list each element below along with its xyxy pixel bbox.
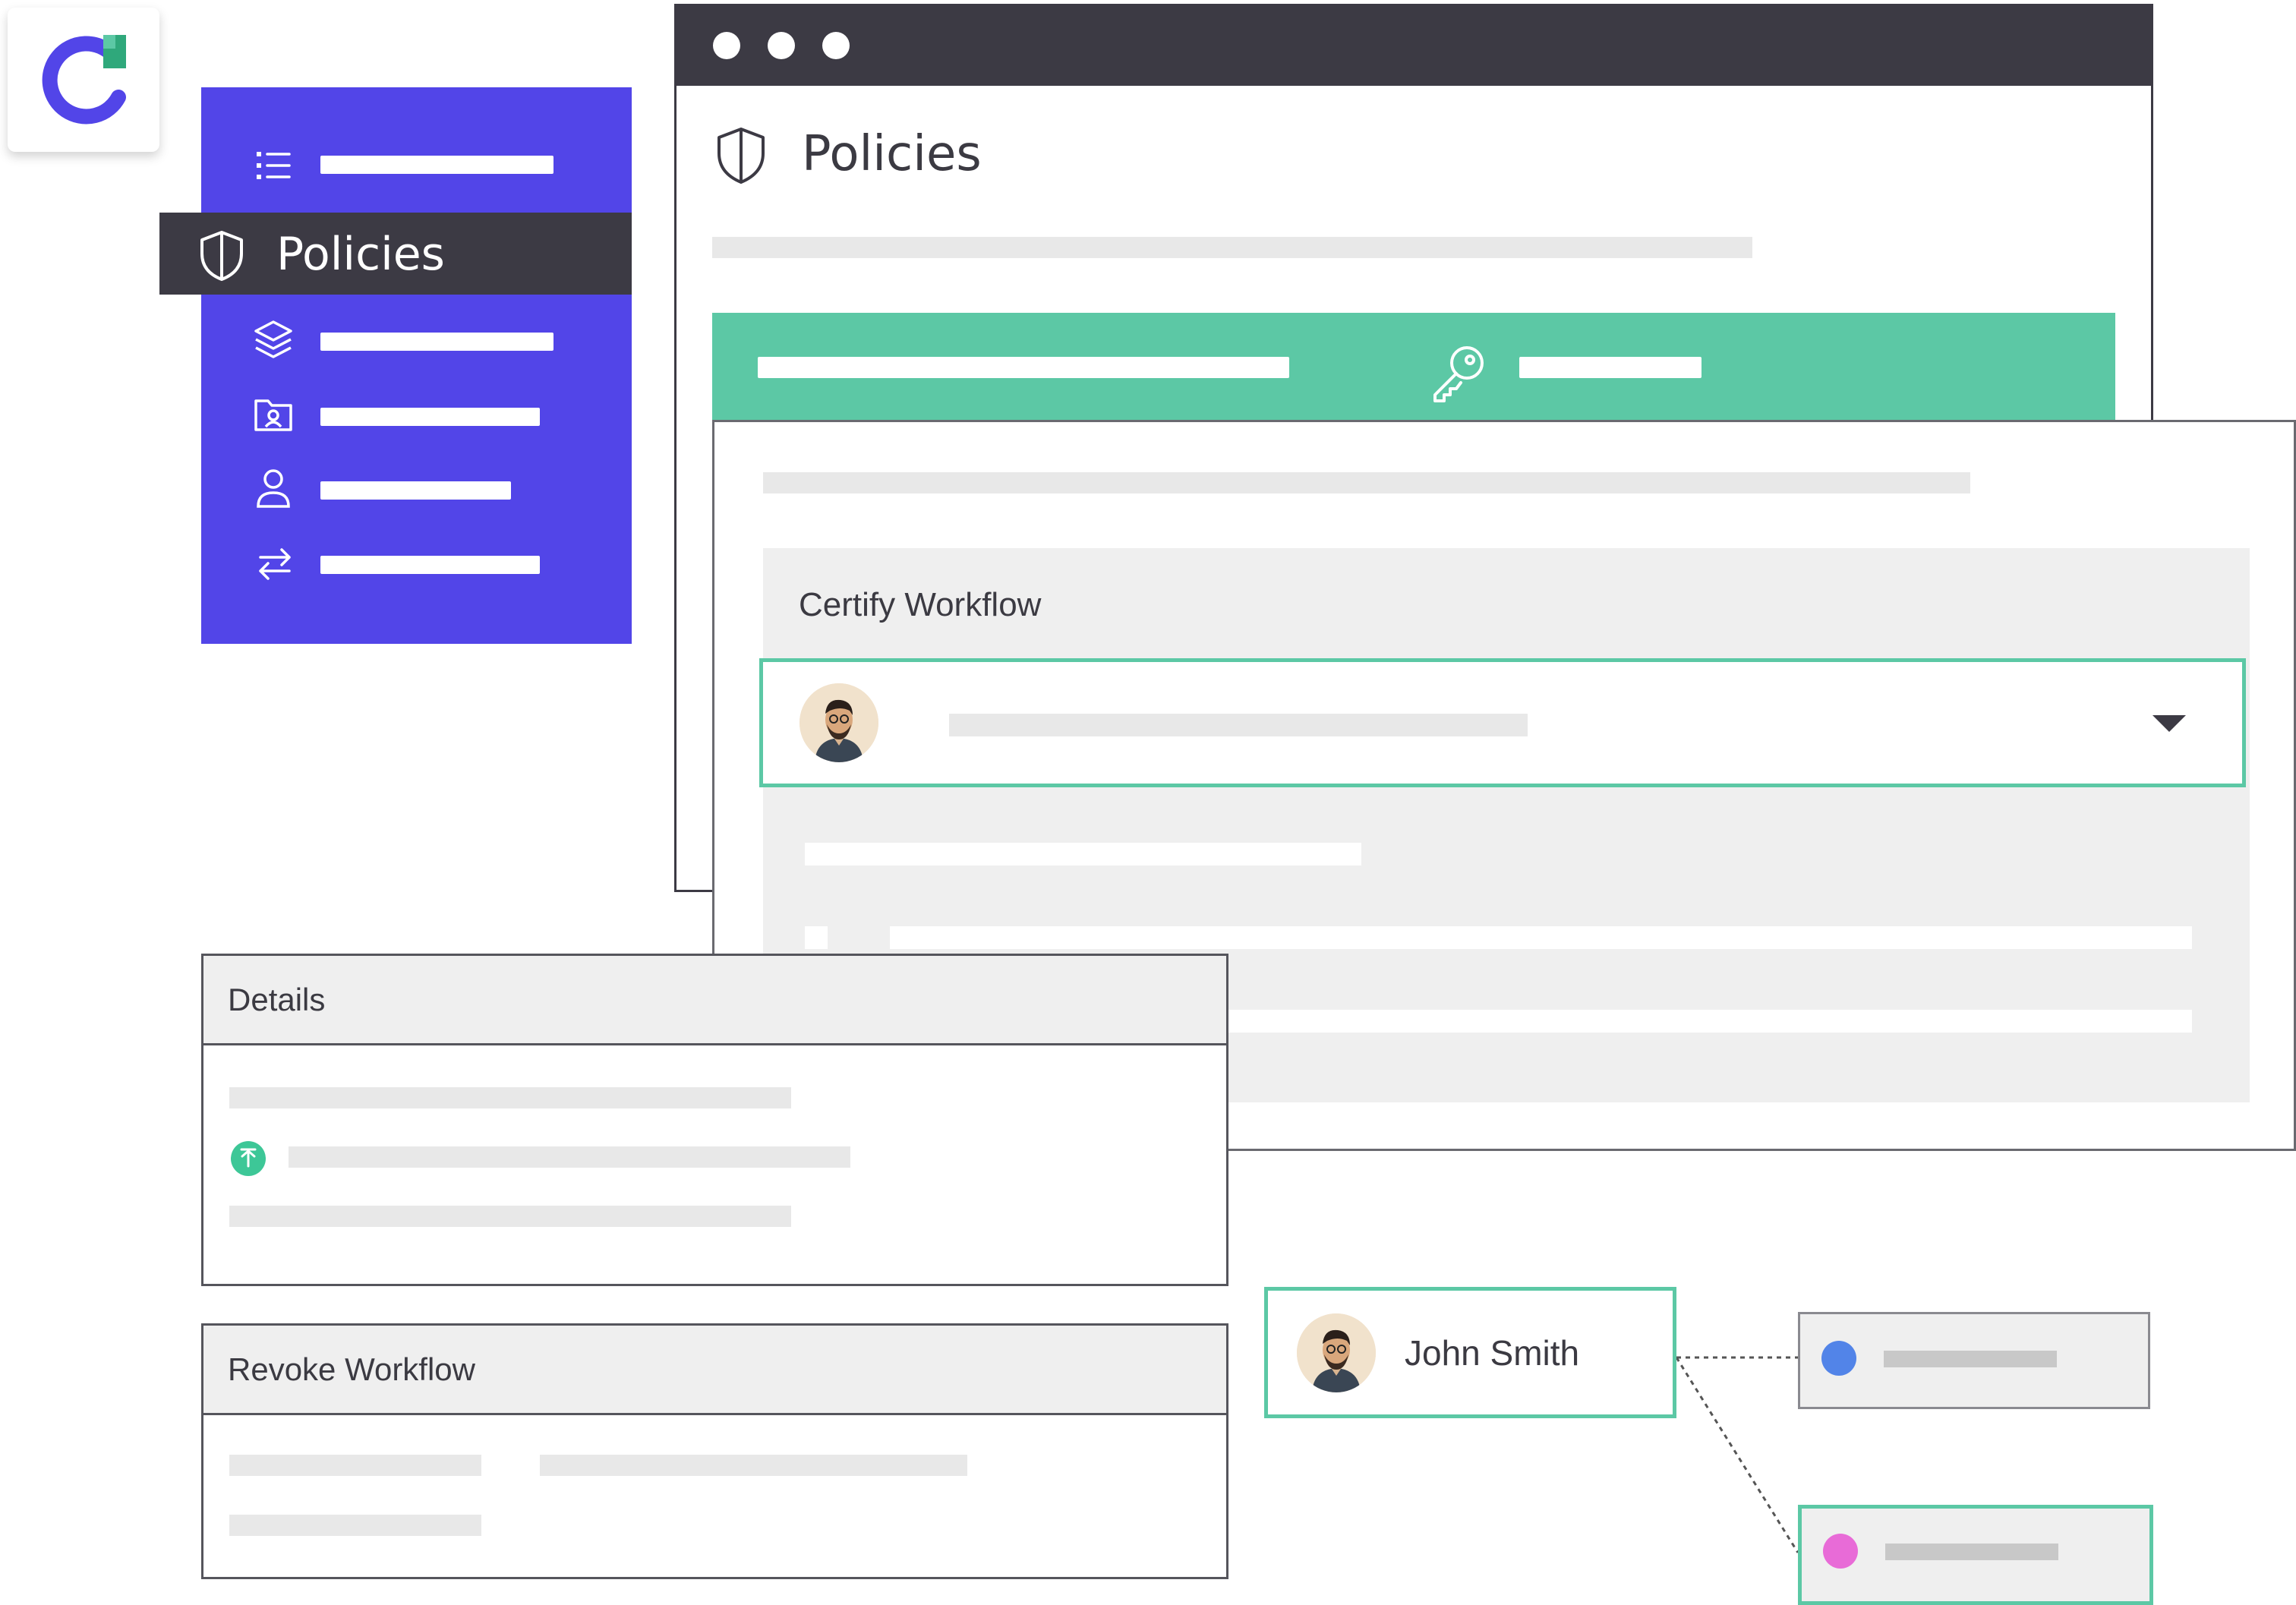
node-label-placeholder <box>1884 1351 2057 1367</box>
user-name: John Smith <box>1405 1333 1580 1373</box>
user-card[interactable]: John Smith <box>1264 1287 1676 1418</box>
status-dot <box>1821 1341 1856 1376</box>
linked-node-1[interactable] <box>1798 1312 2150 1409</box>
status-dot <box>1823 1534 1858 1569</box>
linked-node-2[interactable] <box>1798 1505 2153 1605</box>
node-label-placeholder <box>1885 1544 2058 1560</box>
avatar <box>1297 1313 1376 1392</box>
